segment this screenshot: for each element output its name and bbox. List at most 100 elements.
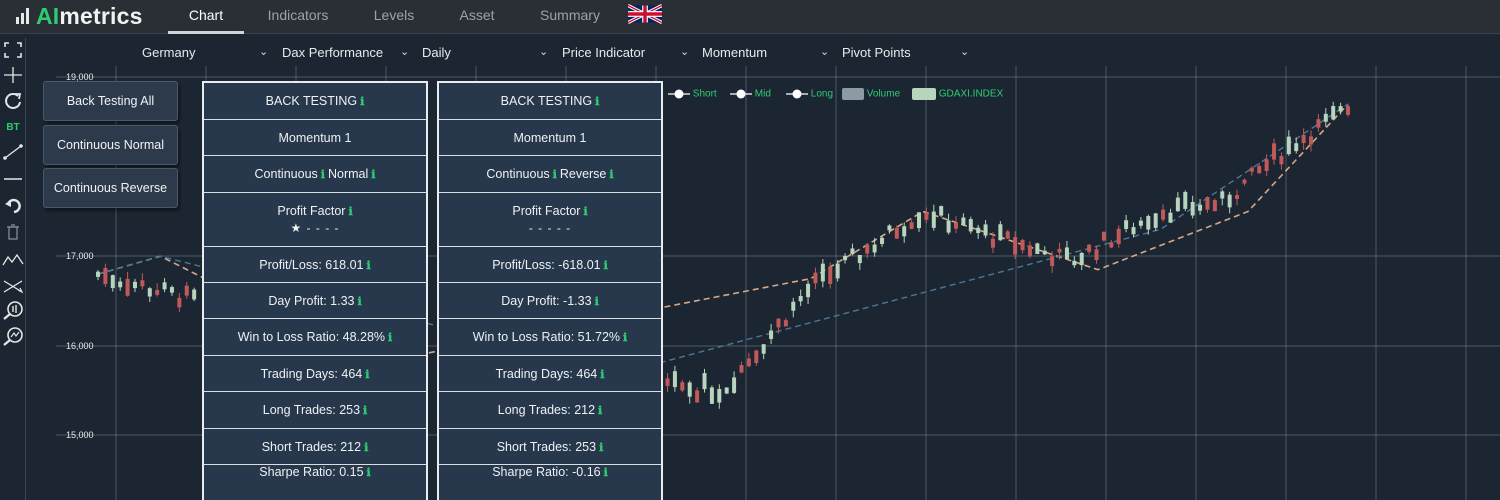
- candle-body: [1323, 113, 1328, 122]
- cell-text: Long Trades: 253: [262, 403, 361, 417]
- undo-icon[interactable]: [2, 196, 24, 216]
- candle-body: [724, 387, 729, 394]
- tab-indicators[interactable]: Indicators: [256, 0, 340, 34]
- candle-body: [776, 318, 781, 328]
- candle-body: [843, 255, 848, 261]
- info-icon[interactable]: ℹ: [357, 295, 361, 308]
- info-icon[interactable]: ℹ: [388, 331, 392, 344]
- continuous-reverse-button[interactable]: Continuous Reverse: [43, 168, 178, 208]
- info-icon[interactable]: ℹ: [604, 259, 608, 272]
- crosshair-icon[interactable]: [2, 65, 24, 85]
- candle-body: [872, 244, 877, 253]
- bt-icon[interactable]: BT: [2, 118, 24, 138]
- candle-body: [1212, 200, 1217, 212]
- legend-line-icon: [668, 89, 690, 99]
- info-icon[interactable]: ℹ: [595, 95, 599, 108]
- country-select[interactable]: Germany ⌄: [142, 45, 272, 65]
- info-icon[interactable]: ℹ: [599, 441, 603, 454]
- tab-asset[interactable]: Asset: [446, 0, 508, 34]
- tab-chart[interactable]: Chart: [168, 0, 244, 34]
- tab-levels[interactable]: Levels: [360, 0, 428, 34]
- cell-text: Win to Loss Ratio: 48.28%: [237, 330, 386, 344]
- candle-body: [1138, 220, 1143, 226]
- info-icon[interactable]: ℹ: [553, 168, 557, 181]
- panel-row: Profit Factor ℹ - - - - -: [439, 193, 661, 247]
- zoom-chart-icon[interactable]: [2, 326, 24, 346]
- candle-body: [1249, 167, 1254, 172]
- info-icon[interactable]: ℹ: [583, 205, 587, 218]
- panel-row: Continuous ℹ Reverse ℹ: [439, 156, 661, 193]
- legend-mid[interactable]: Mid: [730, 88, 780, 102]
- panel-row: Sharpe Ratio: 0.15 ℹ: [204, 465, 426, 479]
- zigzag-icon[interactable]: [2, 250, 24, 270]
- panel-row: Sharpe Ratio: -0.16 ℹ: [439, 465, 661, 479]
- timeframe-select[interactable]: Daily ⌄: [422, 45, 552, 65]
- info-icon[interactable]: ℹ: [371, 168, 375, 181]
- candle-body: [1183, 191, 1188, 209]
- continuous-normal-button[interactable]: Continuous Normal: [43, 125, 178, 165]
- candle-body: [850, 248, 855, 255]
- info-icon[interactable]: ℹ: [367, 466, 371, 479]
- info-icon[interactable]: ℹ: [595, 295, 599, 308]
- back-testing-all-systems-button[interactable]: Back Testing All Sistems: [43, 81, 178, 146]
- trash-icon[interactable]: [2, 222, 24, 242]
- cell-text: Reverse: [559, 167, 607, 181]
- candle-body: [96, 271, 100, 277]
- candle-body: [147, 288, 152, 297]
- candle-body: [990, 238, 995, 248]
- app-root: AImetrics Chart Indicators Levels Asset …: [0, 0, 1500, 500]
- cell-text: Short Trades: 212: [261, 439, 362, 454]
- legend-volume[interactable]: Volume: [842, 88, 908, 102]
- candle-body: [761, 344, 766, 354]
- info-icon[interactable]: ℹ: [604, 466, 608, 479]
- info-icon[interactable]: ℹ: [364, 441, 368, 454]
- legend-short[interactable]: Short: [668, 88, 728, 102]
- candle-body: [1020, 239, 1025, 251]
- info-icon[interactable]: ℹ: [623, 331, 627, 344]
- candle-body: [1064, 247, 1069, 260]
- candle-body: [110, 275, 115, 289]
- cell-text: Normal: [327, 167, 369, 181]
- candle-body: [813, 272, 818, 284]
- cell-text: Sharpe Ratio: -0.16: [492, 465, 601, 479]
- info-icon[interactable]: ℹ: [363, 404, 367, 417]
- fullscreen-icon[interactable]: [2, 40, 24, 60]
- candle-body: [717, 388, 722, 403]
- profit-factor-rating: - - - - -: [528, 221, 572, 235]
- legend-line-icon: [730, 89, 752, 99]
- candle-body: [695, 390, 700, 403]
- legend-gdaxi[interactable]: GDAXI.INDEX: [912, 88, 1008, 102]
- indicator-type-select[interactable]: Price Indicator ⌄: [562, 45, 692, 65]
- legend-long[interactable]: Long: [786, 88, 838, 102]
- cell-text: Profit Factor: [512, 204, 581, 218]
- uk-flag-icon[interactable]: [628, 3, 662, 25]
- horizontal-line-icon[interactable]: [2, 169, 24, 189]
- refresh-icon[interactable]: [2, 91, 24, 111]
- trendline-icon[interactable]: [2, 142, 24, 162]
- candle-body: [140, 280, 145, 287]
- indicator-select[interactable]: Momentum ⌄: [702, 45, 832, 65]
- index-select[interactable]: Dax Performance ⌄: [282, 45, 412, 65]
- info-icon[interactable]: ℹ: [600, 368, 604, 381]
- candle-body: [1005, 231, 1010, 239]
- candle-body: [1286, 136, 1291, 155]
- candle-body: [1279, 156, 1284, 165]
- info-icon[interactable]: ℹ: [609, 168, 613, 181]
- zoom-volume-icon[interactable]: [2, 300, 24, 320]
- cell-text: Profit Factor: [277, 204, 346, 218]
- info-icon[interactable]: ℹ: [348, 205, 352, 218]
- info-icon[interactable]: ℹ: [598, 404, 602, 417]
- levels-select[interactable]: Pivot Points ⌄: [842, 45, 972, 65]
- info-icon[interactable]: ℹ: [321, 168, 325, 181]
- info-icon[interactable]: ℹ: [367, 259, 371, 272]
- candle-body: [857, 255, 862, 264]
- candle-body: [155, 290, 160, 295]
- info-icon[interactable]: ℹ: [360, 95, 364, 108]
- candle-body: [1146, 216, 1151, 230]
- candle-body: [924, 212, 929, 220]
- tab-summary[interactable]: Summary: [528, 0, 612, 34]
- app-logo[interactable]: AImetrics: [16, 2, 143, 30]
- info-icon[interactable]: ℹ: [365, 368, 369, 381]
- cross-lines-icon[interactable]: [2, 276, 24, 296]
- candle-body: [917, 212, 922, 229]
